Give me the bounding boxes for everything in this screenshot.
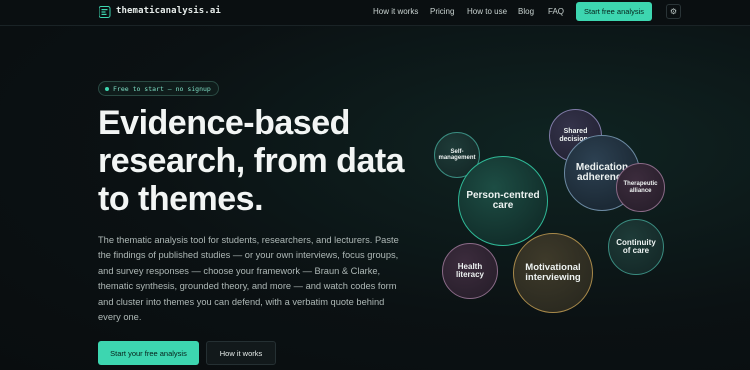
- nav-how-to-use[interactable]: How to use: [467, 7, 507, 16]
- theme-bubble-medication-adherence: Medication adherence: [564, 135, 640, 211]
- hero-description: The thematic analysis tool for students,…: [98, 235, 399, 323]
- logo-icon: [99, 6, 111, 18]
- status-dot-icon: [105, 86, 109, 91]
- free-badge: Free to start — no signup: [98, 81, 219, 96]
- start-your-free-analysis-button[interactable]: Start your free analysis: [98, 341, 199, 365]
- theme-bubble-person-centred-care: Person-centred care: [458, 156, 548, 246]
- nav-blog[interactable]: Blog: [518, 7, 534, 16]
- how-it-works-button[interactable]: How it works: [206, 341, 276, 365]
- theme-bubble-continuity-of-care: Continuity of care: [608, 219, 664, 275]
- nav-pricing[interactable]: Pricing: [430, 7, 454, 16]
- hero-title-line-2: research, from data: [98, 142, 405, 180]
- theme-bubble-shared-decisions: Shared decisions: [549, 109, 602, 162]
- brand-name[interactable]: thematicanalysis.ai: [116, 6, 221, 16]
- start-free-analysis-button[interactable]: Start free analysis: [576, 2, 652, 21]
- badge-text: Free to start — no signup: [113, 84, 211, 93]
- hero-title: Evidence-based research, from data to th…: [98, 104, 428, 218]
- top-navigation-bar: thematicanalysis.ai How it works Pricing…: [0, 0, 750, 26]
- nav-how-it-works[interactable]: How it works: [373, 7, 418, 16]
- gear-icon: ⚙: [669, 7, 678, 16]
- theme-bubble-therapeutic-alliance: Therapeutic alliance: [616, 163, 665, 212]
- hero-title-line-3: to themes.: [98, 180, 264, 218]
- nav-faq[interactable]: FAQ: [548, 7, 564, 16]
- theme-toggle-button[interactable]: ⚙: [666, 4, 681, 19]
- theme-bubble-health-literacy: Health literacy: [442, 243, 498, 299]
- theme-bubble-motivational-interviewing: Motivational interviewing: [513, 233, 593, 313]
- hero-title-line-1: Evidence-based: [98, 104, 350, 142]
- theme-bubble-self-management: Self- management: [434, 132, 480, 178]
